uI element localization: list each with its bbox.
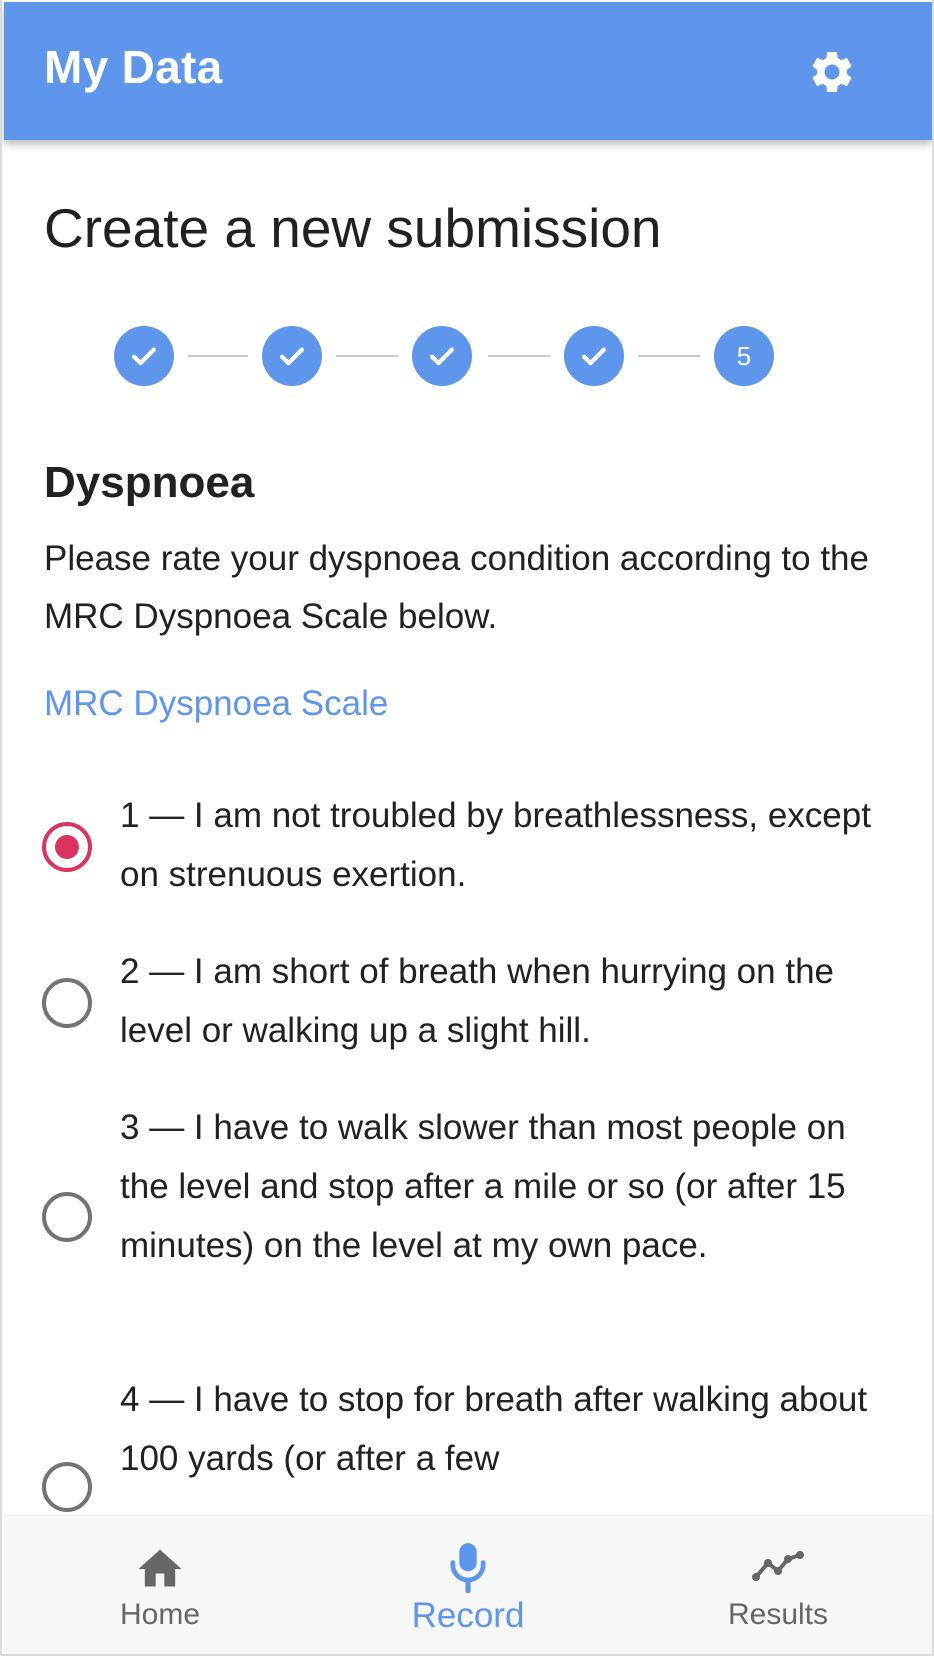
step-connector [488,355,550,357]
nav-label: Results [727,1598,829,1631]
step-connector [188,355,248,357]
app-title: My Data [44,41,223,93]
option-label: 1 — I am not troubled by breathlessness,… [120,796,871,894]
home-icon [138,1549,182,1587]
step-3-complete [412,326,472,386]
dyspnoea-option-2[interactable]: 2 — I am short of breath when hurrying o… [42,938,902,1058]
step-2-complete [262,326,322,386]
nav-label: Home [119,1598,201,1631]
mrc-scale-link[interactable]: MRC Dyspnoea Scale [44,684,388,724]
radio-button[interactable] [42,1462,92,1512]
progress-stepper: 5 [114,326,824,386]
step-number: 5 [736,340,752,371]
nav-record[interactable]: Record [368,1516,568,1654]
step-4-complete [564,326,624,386]
check-icon [581,347,607,366]
option-label: 4 — I have to stop for breath after walk… [120,1380,868,1478]
step-1-complete [114,326,174,386]
app-bar: My Data [4,2,932,140]
page-title: Create a new submission [44,197,662,259]
check-icon [131,347,157,366]
step-connector [336,355,398,357]
radio-button[interactable] [42,1192,92,1242]
dyspnoea-option-4[interactable]: 4 — I have to stop for breath after walk… [42,1366,902,1515]
dyspnoea-option-1[interactable]: 1 — I am not troubled by breathlessness,… [42,782,902,902]
radio-button[interactable] [42,978,92,1028]
section-description: Please rate your dyspnoea condition acco… [44,539,869,636]
microphone-icon [450,1543,486,1593]
trend-chart-icon [752,1551,804,1581]
option-label: 3 — I have to walk slower than most peop… [120,1108,846,1265]
bottom-navigation: Home Record Results [4,1515,932,1654]
check-icon [279,347,305,366]
gear-icon [812,51,852,92]
step-5-current: 5 [714,326,774,386]
nav-results[interactable]: Results [678,1516,878,1654]
main-content: Create a new submission 5 Dyspnoea Pleas… [2,140,932,1515]
section-title: Dyspnoea [44,458,255,507]
nav-home[interactable]: Home [60,1516,260,1654]
step-connector [638,355,700,357]
radio-button-selected[interactable] [42,822,92,872]
option-label: 2 — I am short of breath when hurrying o… [120,952,834,1050]
nav-label: Record [411,1596,525,1635]
settings-button[interactable] [802,42,862,102]
check-icon [429,347,455,366]
app-frame: My Data Create a new submission 5 Dyspno… [0,0,934,1656]
dyspnoea-option-3[interactable]: 3 — I have to walk slower than most peop… [42,1094,902,1334]
